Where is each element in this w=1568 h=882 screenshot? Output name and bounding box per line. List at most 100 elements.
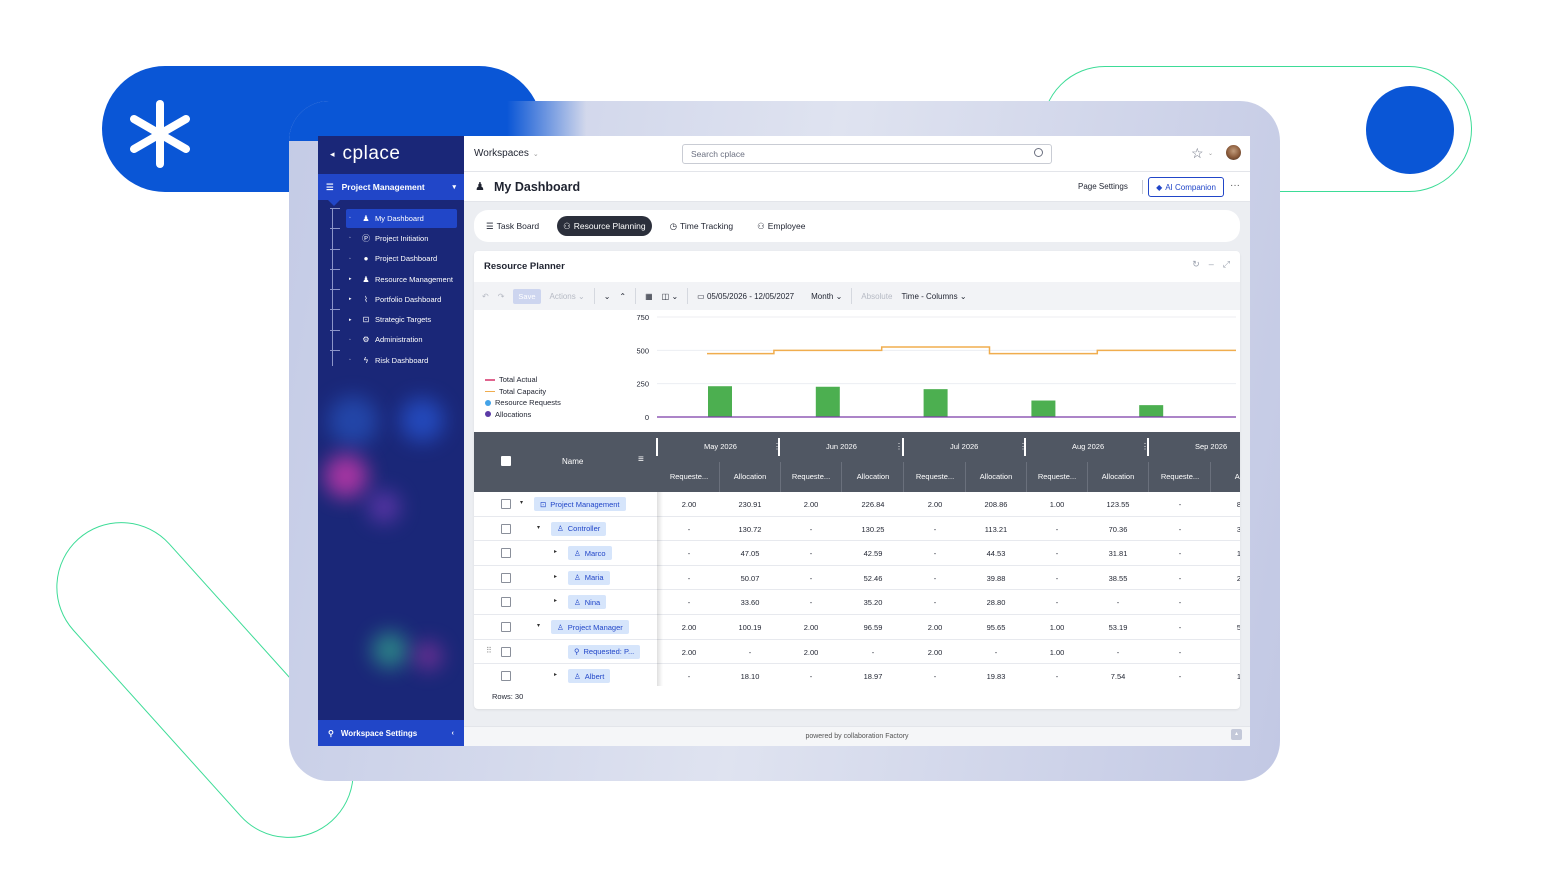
sidebar-item-strategic-targets[interactable]: ▸ ⊡ Strategic Targets bbox=[330, 309, 464, 329]
tab-resource-planning[interactable]: ⚇ Resource Planning bbox=[557, 216, 652, 236]
name-column-header[interactable]: Name bbox=[562, 457, 583, 466]
table-cell[interactable]: 17 bbox=[1211, 672, 1240, 681]
month-separator[interactable] bbox=[656, 438, 658, 456]
table-cell[interactable]: 56 bbox=[1211, 623, 1240, 632]
table-cell[interactable]: 19.83 bbox=[966, 672, 1026, 681]
row-checkbox[interactable] bbox=[501, 597, 511, 608]
legend-item-resource-requests[interactable]: Resource Requests bbox=[485, 397, 561, 409]
app-logo[interactable]: ◂ cplace bbox=[330, 143, 400, 164]
ai-companion-button[interactable]: ◆ AI Companion bbox=[1148, 177, 1224, 197]
table-cell[interactable]: 47.05 bbox=[720, 549, 780, 558]
row-checkbox[interactable] bbox=[501, 523, 511, 534]
table-cell[interactable]: - bbox=[1150, 598, 1210, 607]
sidebar-item-administration[interactable]: ◦ ⚙ Administration bbox=[330, 329, 464, 350]
table-cell[interactable]: - bbox=[905, 525, 965, 534]
row-checkbox[interactable] bbox=[501, 548, 511, 559]
table-cell[interactable]: 130.25 bbox=[843, 525, 903, 534]
chart-bar[interactable] bbox=[815, 386, 840, 417]
sidebar-item-my-dashboard[interactable]: ◦ ♟ My Dashboard bbox=[330, 208, 464, 228]
legend-item-total-capacity[interactable]: Total Capacity bbox=[485, 386, 561, 398]
workspaces-menu[interactable]: Workspaces ⌄ bbox=[474, 148, 539, 159]
table-row[interactable]: ▾ ⊡ Project Management 2.00 230.91 2.00 226.84… bbox=[474, 492, 1240, 517]
table-cell[interactable]: 2.00 bbox=[905, 648, 965, 657]
table-cell[interactable]: 38.55 bbox=[1088, 574, 1148, 583]
table-cell[interactable]: - bbox=[1150, 549, 1210, 558]
column-header[interactable]: Requeste... bbox=[1150, 472, 1210, 481]
table-cell[interactable]: - bbox=[1150, 648, 1210, 657]
collapse-all-icon[interactable]: ⌄ bbox=[604, 292, 611, 301]
table-cell[interactable]: - bbox=[1150, 623, 1210, 632]
table-cell[interactable]: 33 bbox=[1211, 525, 1240, 534]
table-cell[interactable]: - bbox=[1027, 598, 1087, 607]
column-header[interactable]: Requeste... bbox=[659, 472, 719, 481]
table-cell[interactable]: - bbox=[1027, 574, 1087, 583]
table-cell[interactable]: - bbox=[1150, 574, 1210, 583]
table-cell[interactable]: 113.21 bbox=[966, 525, 1026, 534]
refresh-icon[interactable]: ↻ bbox=[1192, 259, 1200, 270]
sidebar-item-risk-dashboard[interactable]: ◦ ϟ Risk Dashboard bbox=[330, 350, 464, 370]
row-checkbox[interactable] bbox=[501, 572, 511, 583]
star-icon[interactable]: ☆ bbox=[1191, 145, 1204, 162]
chart-bar[interactable] bbox=[923, 389, 948, 417]
table-cell[interactable]: - bbox=[781, 672, 841, 681]
table-cell[interactable]: 53.19 bbox=[1088, 623, 1148, 632]
column-header[interactable]: Allocation bbox=[843, 472, 903, 481]
table-cell[interactable]: - bbox=[781, 549, 841, 558]
sidebar-item-resource-management[interactable]: ▸ ♟ Resource Management bbox=[330, 268, 464, 289]
table-cell[interactable]: 130.72 bbox=[720, 525, 780, 534]
row-name-chip[interactable]: ⊡ Project Management bbox=[534, 497, 626, 511]
table-cell[interactable]: 89 bbox=[1211, 500, 1240, 509]
table-cell[interactable]: 39.88 bbox=[966, 574, 1026, 583]
table-cell[interactable]: 18.10 bbox=[720, 672, 780, 681]
table-cell[interactable]: 23 bbox=[1211, 574, 1240, 583]
column-header[interactable]: Requeste... bbox=[781, 472, 841, 481]
table-cell[interactable]: - bbox=[659, 598, 719, 607]
collapse-caret-icon[interactable]: ▾ bbox=[537, 622, 540, 629]
sidebar-item-portfolio-dashboard[interactable]: ▸ ⌇ Portfolio Dashboard bbox=[330, 289, 464, 309]
more-icon[interactable]: ··· bbox=[1230, 180, 1240, 191]
table-cell[interactable]: 10 bbox=[1211, 549, 1240, 558]
row-name-chip[interactable]: ♙ Project Manager bbox=[551, 620, 629, 634]
tab-employee[interactable]: ⚇ Employee bbox=[751, 216, 811, 236]
month-separator[interactable] bbox=[902, 438, 904, 456]
row-name-chip[interactable]: ♙ Nina bbox=[568, 595, 607, 610]
table-row[interactable]: ▸♙Maria-50.07-52.46-39.88-38.55-23 bbox=[474, 566, 1240, 591]
table-cell[interactable]: 1.00 bbox=[1027, 648, 1087, 657]
expand-caret-icon[interactable]: ▸ bbox=[554, 573, 557, 580]
table-cell[interactable]: 2.00 bbox=[905, 623, 965, 632]
table-cell[interactable]: - bbox=[1027, 672, 1087, 681]
table-icon[interactable]: ▦ bbox=[645, 292, 653, 301]
table-cell[interactable]: - bbox=[1088, 598, 1148, 607]
legend-item-allocations[interactable]: Allocations bbox=[485, 409, 561, 421]
table-cell[interactable]: 96.59 bbox=[843, 623, 903, 632]
table-cell[interactable]: - bbox=[905, 549, 965, 558]
table-cell[interactable]: 230.91 bbox=[720, 500, 780, 509]
sidebar-section-header[interactable]: ☰ Project Management ▾ bbox=[318, 174, 464, 200]
chart-bar[interactable] bbox=[708, 386, 732, 417]
save-button[interactable]: Save bbox=[513, 288, 541, 304]
table-row[interactable]: ▾ ♙ Controller -130.72-130.25-113.21-70.36-… bbox=[474, 517, 1240, 542]
table-cell[interactable]: 70.36 bbox=[1088, 525, 1148, 534]
column-header[interactable]: Requeste... bbox=[1027, 472, 1087, 481]
month-separator[interactable] bbox=[1147, 438, 1149, 456]
table-row[interactable]: ▸♙Marco-47.05-42.59-44.53-31.81-10 bbox=[474, 541, 1240, 566]
chevron-down-icon[interactable]: ⌄ bbox=[1208, 150, 1213, 157]
table-cell[interactable]: 226.84 bbox=[843, 500, 903, 509]
column-header[interactable]: Allocation bbox=[720, 472, 780, 481]
actions-menu[interactable]: Actions ⌄ bbox=[550, 292, 585, 301]
row-checkbox[interactable] bbox=[501, 646, 511, 657]
table-cell[interactable]: - bbox=[781, 574, 841, 583]
table-cell[interactable]: 31.81 bbox=[1088, 549, 1148, 558]
table-cell[interactable]: - bbox=[659, 672, 719, 681]
table-cell[interactable]: 123.55 bbox=[1088, 500, 1148, 509]
table-cell[interactable]: 95.65 bbox=[966, 623, 1026, 632]
expand-all-icon[interactable]: ⌃ bbox=[619, 292, 626, 301]
legend-item-total-actual[interactable]: Total Actual bbox=[485, 374, 561, 386]
table-cell[interactable]: - bbox=[659, 549, 719, 558]
table-cell[interactable]: 208.86 bbox=[966, 500, 1026, 509]
table-cell[interactable]: - bbox=[843, 648, 903, 657]
table-row[interactable]: ▸ ♙ Nina -33.60-35.20-28.80- - - bbox=[474, 590, 1240, 615]
select-all-checkbox[interactable] bbox=[501, 456, 511, 466]
table-cell[interactable]: 2.00 bbox=[781, 623, 841, 632]
column-header[interactable]: Requeste... bbox=[905, 472, 965, 481]
